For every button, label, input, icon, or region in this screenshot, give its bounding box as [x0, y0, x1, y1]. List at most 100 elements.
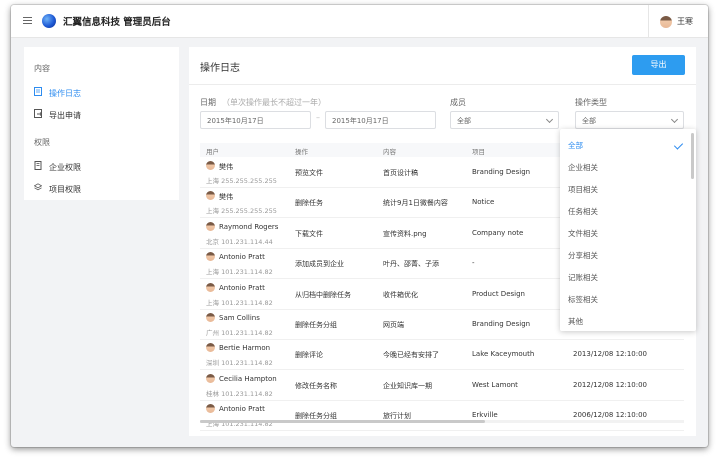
user-location: 北京 101.231.114.44: [206, 237, 273, 246]
chevron-down-icon: [670, 115, 679, 124]
dropdown-option[interactable]: 项目相关: [568, 184, 598, 195]
sidebar-item-label: 导出申请: [49, 111, 81, 120]
table-row[interactable]: Bertie Harmon 深圳 101.231.114.82 删除评论 今晚已经有安…: [200, 339, 684, 371]
user-name: Sam Collins: [219, 314, 260, 322]
dropdown-option[interactable]: 标签相关: [568, 294, 598, 305]
content-cell: 首页设计稿: [383, 169, 418, 177]
action-cell: 删除评论: [295, 351, 323, 360]
user-avatar: [206, 252, 215, 262]
user-avatar[interactable]: [660, 16, 672, 28]
member-select[interactable]: 全部: [450, 111, 559, 129]
user-menu[interactable]: 王寒: [648, 5, 708, 37]
project-cell: Branding Design: [472, 168, 531, 176]
sidebar-item-label: 项目权限: [49, 185, 81, 194]
action-cell: 删除任务: [295, 199, 323, 208]
column-header-project: 项目: [472, 148, 485, 156]
app-window: 汇翼信息科技 管理员后台 王寒 内容 操作日志 导出申请 权限 企业权限 项目权…: [11, 5, 708, 447]
time-cell: 2012/12/08 12:10:00: [573, 380, 648, 389]
operation-type-select[interactable]: 全部: [575, 111, 684, 129]
time-cell: 2006/12/08 12:10:00: [573, 411, 648, 420]
user-name: 樊伟: [219, 193, 233, 202]
user-location: 广州 101.231.114.82: [206, 329, 273, 337]
user-avatar: [206, 191, 215, 201]
action-cell: 下载文件: [295, 229, 323, 238]
document-icon: [34, 87, 42, 96]
date-separator: –: [316, 113, 320, 122]
user-name: Cecilia Hampton: [219, 374, 277, 383]
app-title: 汇翼信息科技 管理员后台: [63, 17, 171, 28]
user-avatar: [206, 373, 215, 383]
action-cell: 修改任务名称: [295, 381, 337, 390]
content-cell: 叶丹、邵菁、子添: [383, 260, 439, 269]
building-icon: [34, 161, 42, 170]
page-title: 操作日志: [200, 63, 240, 74]
layers-icon: [34, 183, 42, 191]
user-name: Antonio Pratt: [219, 283, 265, 292]
sidebar: 内容 操作日志 导出申请 权限 企业权限 项目权限: [24, 47, 179, 200]
date-label: 日期: [200, 98, 216, 107]
action-cell: 预览文件: [295, 169, 323, 177]
column-header-action: 操作: [295, 148, 308, 156]
user-avatar: [206, 161, 215, 170]
table-row[interactable]: Cecilia Hampton 桂林 101.231.114.82 修改任务名称 企业…: [200, 370, 684, 401]
project-cell: Erkville: [472, 411, 498, 420]
user-name: Antonio Pratt: [219, 253, 265, 262]
project-cell: West Lamont: [472, 380, 518, 389]
user-avatar: [206, 343, 215, 353]
member-label: 成员: [450, 98, 466, 107]
dropdown-option[interactable]: 记账相关: [568, 272, 598, 283]
content-cell: 统计9月1日微餐内容: [383, 199, 448, 208]
action-cell: 删除任务分组: [295, 321, 337, 329]
export-button[interactable]: 导出: [632, 55, 685, 75]
user-avatar: [206, 221, 215, 231]
top-bar: 汇翼信息科技 管理员后台 王寒: [11, 5, 708, 38]
project-cell: Branding Design: [472, 320, 531, 328]
sidebar-section-permission: 权限: [34, 138, 50, 147]
user-avatar: [206, 404, 215, 414]
project-cell: Company note: [472, 228, 524, 237]
globe-logo-icon: [42, 14, 56, 28]
dropdown-option[interactable]: 其他: [568, 316, 583, 327]
user-location: 上海 255.255.255.255: [206, 207, 277, 216]
operation-type-label: 操作类型: [575, 98, 607, 107]
project-cell: Notice: [472, 198, 495, 207]
table-row[interactable]: Antonio Pratt 上海 101.231.114.82 删除任务分组 旅行计划…: [200, 400, 684, 432]
date-hint: （单次操作最长不超过一年）: [222, 98, 326, 107]
dropdown-option[interactable]: 企业相关: [568, 162, 598, 173]
user-name: 樊伟: [219, 163, 233, 171]
date-filter-label: 日期 （单次操作最长不超过一年）: [200, 97, 326, 108]
column-header-content: 内容: [383, 148, 396, 156]
dropdown-scrollbar[interactable]: [691, 133, 694, 179]
sidebar-item-label: 企业权限: [49, 163, 81, 172]
export-icon: [34, 109, 42, 118]
horizontal-scrollbar-thumb[interactable]: [200, 420, 485, 423]
member-select-value: 全部: [457, 117, 471, 125]
hamburger-icon[interactable]: [23, 17, 32, 24]
date-start-input[interactable]: 2015年10月17日: [200, 111, 311, 129]
date-end-input[interactable]: 2015年10月17日: [325, 111, 436, 129]
time-cell: 2013/12/08 12:10:00: [573, 350, 648, 359]
column-header-user: 用户: [206, 148, 219, 156]
sidebar-section-content: 内容: [34, 64, 50, 73]
project-cell: -: [472, 259, 475, 268]
dropdown-option[interactable]: 文件相关: [568, 228, 598, 239]
operation-type-dropdown: 全部企业相关项目相关任务相关文件相关分享相关记账相关标签相关其他: [560, 129, 696, 331]
check-icon: [673, 140, 684, 150]
action-cell: 从归档中删除任务: [295, 290, 351, 299]
user-name[interactable]: 王寒: [677, 16, 693, 27]
dropdown-option[interactable]: 全部: [568, 140, 583, 151]
user-name: Bertie Harmon: [219, 344, 271, 353]
dropdown-option[interactable]: 分享相关: [568, 250, 598, 261]
horizontal-scrollbar[interactable]: [200, 420, 684, 423]
user-location: 上海 101.231.114.82: [206, 268, 273, 277]
dropdown-option[interactable]: 任务相关: [568, 206, 598, 217]
chevron-down-icon: [545, 115, 554, 124]
divider: [189, 84, 696, 85]
action-cell: 添加成员到企业: [295, 260, 344, 269]
user-location: 上海 101.231.114.82: [206, 298, 273, 307]
sidebar-item-label: 操作日志: [49, 89, 81, 98]
project-cell: Lake Kaceymouth: [472, 350, 535, 359]
content-cell: 网页端: [383, 321, 404, 329]
user-avatar: [206, 282, 215, 292]
user-location: 深圳 101.231.114.82: [206, 359, 273, 368]
